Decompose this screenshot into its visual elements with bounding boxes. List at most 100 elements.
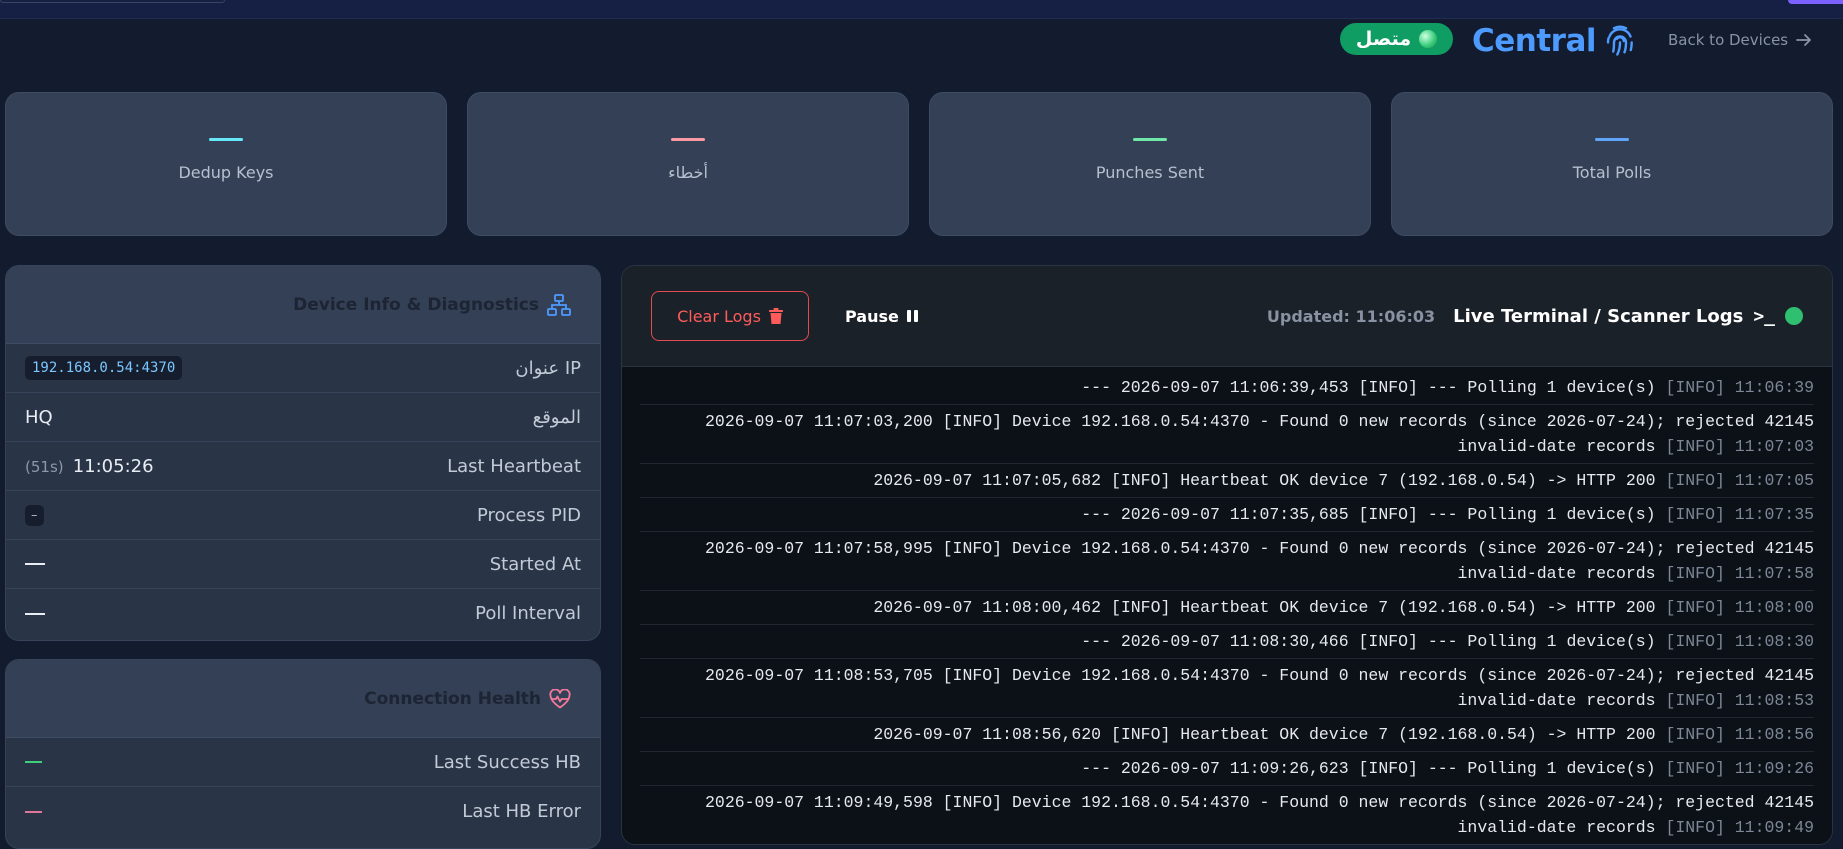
stat-label: Total Polls bbox=[1572, 163, 1652, 182]
log-timestamp: [INFO] 11:08:56 bbox=[1665, 725, 1814, 744]
info-row-started-at: Started At bbox=[6, 540, 600, 589]
log-timestamp: [INFO] 11:08:53 bbox=[1665, 691, 1814, 710]
info-row-location: HQ الموقع bbox=[6, 393, 600, 442]
stat-label: Punches Sent bbox=[1095, 163, 1205, 182]
terminal-status-group: Updated: 11:06:03 Live Terminal / Scanne… bbox=[1267, 291, 1803, 341]
info-row-process-pid: – Process PID bbox=[6, 491, 600, 540]
health-key: Last Success HB bbox=[433, 751, 581, 773]
log-text: 2026-09-07 11:07:58,995 [INFO] Device 19… bbox=[705, 539, 1814, 583]
clear-logs-button[interactable]: Clear Logs bbox=[651, 291, 809, 341]
log-timestamp: [INFO] 11:06:39 bbox=[1665, 378, 1814, 397]
info-key: Last Heartbeat bbox=[447, 455, 581, 477]
clear-logs-label: Clear Logs bbox=[677, 306, 761, 326]
search-field-edge[interactable] bbox=[0, 0, 225, 3]
info-key: Started At bbox=[489, 553, 581, 575]
stat-value-placeholder bbox=[671, 138, 705, 141]
trash-icon bbox=[768, 308, 783, 324]
log-line: 2026-09-07 11:08:00,462 [INFO] Heartbeat… bbox=[640, 591, 1814, 625]
stat-value-placeholder bbox=[1133, 138, 1167, 141]
live-indicator-dot bbox=[1785, 307, 1803, 325]
log-line: 2026-09-07 11:07:58,995 [INFO] Device 19… bbox=[640, 532, 1814, 591]
stat-value-placeholder bbox=[1595, 138, 1629, 141]
stat-label: Dedup Keys bbox=[178, 163, 274, 182]
pause-button[interactable]: Pause bbox=[845, 291, 918, 341]
location-value: HQ bbox=[25, 406, 53, 428]
pause-icon bbox=[906, 310, 918, 322]
stat-card-dedup-keys: Dedup Keys bbox=[5, 92, 447, 236]
info-key: الموقع bbox=[532, 406, 581, 428]
log-line: 2026-09-07 11:08:56,620 [INFO] Heartbeat… bbox=[640, 718, 1814, 752]
log-list[interactable]: --- 2026-09-07 11:06:39,453 [INFO] --- P… bbox=[622, 367, 1832, 844]
back-to-devices-link[interactable]: Back to Devices bbox=[1668, 29, 1812, 51]
connection-health-header: Connection Health bbox=[6, 660, 600, 738]
log-text: 2026-09-07 11:07:05,682 [INFO] Heartbeat… bbox=[873, 471, 1656, 490]
panel-title: Connection Health bbox=[364, 688, 541, 709]
brand-name: Central bbox=[1472, 23, 1597, 59]
log-text: --- 2026-09-07 11:08:30,466 [INFO] --- P… bbox=[1081, 632, 1656, 651]
stats-row: Dedup Keys أخطاء Punches Sent Total Poll… bbox=[5, 92, 1833, 236]
connection-health-panel: Connection Health Last Success HB Last H… bbox=[5, 659, 601, 849]
back-link-label: Back to Devices bbox=[1668, 31, 1789, 49]
panel-title: Device Info & Diagnostics bbox=[293, 294, 539, 315]
stat-card-punches-sent: Punches Sent bbox=[929, 92, 1371, 236]
info-key: عنوان IP bbox=[515, 357, 581, 379]
heartbeat-value-group: (51s) 11:05:26 bbox=[25, 456, 154, 477]
health-row-last-error: Last HB Error bbox=[6, 787, 600, 836]
log-line: --- 2026-09-07 11:07:35,685 [INFO] --- P… bbox=[640, 498, 1814, 532]
empty-value-dash bbox=[25, 563, 45, 565]
info-key: Poll Interval bbox=[475, 603, 581, 624]
stat-label: أخطاء bbox=[668, 163, 708, 182]
log-timestamp: [INFO] 11:08:30 bbox=[1665, 632, 1814, 651]
health-key: Last HB Error bbox=[462, 801, 581, 822]
log-text: --- 2026-09-07 11:06:39,453 [INFO] --- P… bbox=[1081, 378, 1656, 397]
stat-value-placeholder bbox=[209, 138, 243, 141]
info-row-ip: 192.168.0.54:4370 عنوان IP bbox=[6, 344, 600, 393]
log-line: --- 2026-09-07 11:06:39,453 [INFO] --- P… bbox=[640, 371, 1814, 405]
log-text: 2026-09-07 11:07:03,200 [INFO] Device 19… bbox=[705, 412, 1814, 456]
empty-value-dash bbox=[25, 761, 42, 763]
log-line: 2026-09-07 11:09:49,598 [INFO] Device 19… bbox=[640, 786, 1814, 844]
heartbeat-time: 11:05:26 bbox=[72, 455, 154, 477]
connection-status-badge: متصل bbox=[1340, 23, 1453, 55]
brand: Central bbox=[1472, 21, 1638, 61]
log-timestamp: [INFO] 11:07:03 bbox=[1665, 437, 1814, 456]
log-text: --- 2026-09-07 11:07:35,685 [INFO] --- P… bbox=[1081, 505, 1656, 524]
log-line: --- 2026-09-07 11:08:30,466 [INFO] --- P… bbox=[640, 625, 1814, 659]
heart-pulse-icon bbox=[549, 688, 571, 708]
ip-value: 192.168.0.54:4370 bbox=[25, 356, 183, 380]
status-dot-icon bbox=[1419, 30, 1438, 48]
log-text: --- 2026-09-07 11:09:26,623 [INFO] --- P… bbox=[1081, 759, 1656, 778]
device-info-panel: Device Info & Diagnostics 192.168.0.54:4… bbox=[5, 265, 601, 641]
log-text: 2026-09-07 11:08:53,705 [INFO] Device 19… bbox=[705, 666, 1814, 710]
empty-value-dash bbox=[25, 810, 42, 813]
log-timestamp: [INFO] 11:09:26 bbox=[1665, 759, 1814, 778]
arrow-right-icon bbox=[1796, 34, 1812, 46]
log-timestamp: [INFO] 11:07:35 bbox=[1665, 505, 1814, 524]
terminal-prompt-icon: >_ bbox=[1753, 305, 1775, 327]
top-nav-strip bbox=[0, 0, 1843, 19]
log-text: 2026-09-07 11:09:49,598 [INFO] Device 19… bbox=[705, 793, 1814, 837]
info-row-last-heartbeat: (51s) 11:05:26 Last Heartbeat bbox=[6, 442, 600, 491]
empty-value-dash bbox=[25, 612, 45, 615]
fingerprint-icon bbox=[1606, 25, 1633, 56]
log-timestamp: [INFO] 11:07:05 bbox=[1665, 471, 1814, 490]
terminal-title: Live Terminal / Scanner Logs bbox=[1453, 305, 1744, 327]
live-terminal-panel: Clear Logs Pause Updated: 11:06:03 Live … bbox=[621, 265, 1833, 845]
device-info-header: Device Info & Diagnostics bbox=[6, 266, 600, 344]
pause-label: Pause bbox=[845, 306, 899, 326]
health-row-last-success: Last Success HB bbox=[6, 738, 600, 787]
log-line: --- 2026-09-07 11:09:26,623 [INFO] --- P… bbox=[640, 752, 1814, 786]
primary-action-edge[interactable] bbox=[1788, 0, 1843, 4]
stat-card-errors: أخطاء bbox=[467, 92, 909, 236]
log-timestamp: [INFO] 11:07:58 bbox=[1665, 564, 1814, 583]
log-text: 2026-09-07 11:08:00,462 [INFO] Heartbeat… bbox=[873, 598, 1656, 617]
log-text: 2026-09-07 11:08:56,620 [INFO] Heartbeat… bbox=[873, 725, 1656, 744]
stat-card-total-polls: Total Polls bbox=[1391, 92, 1833, 236]
page-header: متصل Central Back to Devices bbox=[0, 19, 1843, 79]
log-line: 2026-09-07 11:07:05,682 [INFO] Heartbeat… bbox=[640, 464, 1814, 498]
status-text: متصل bbox=[1355, 28, 1412, 50]
network-icon bbox=[547, 293, 571, 316]
log-timestamp: [INFO] 11:09:49 bbox=[1665, 818, 1814, 837]
info-row-poll-interval: Poll Interval bbox=[6, 589, 600, 638]
terminal-header: Clear Logs Pause Updated: 11:06:03 Live … bbox=[622, 266, 1832, 367]
